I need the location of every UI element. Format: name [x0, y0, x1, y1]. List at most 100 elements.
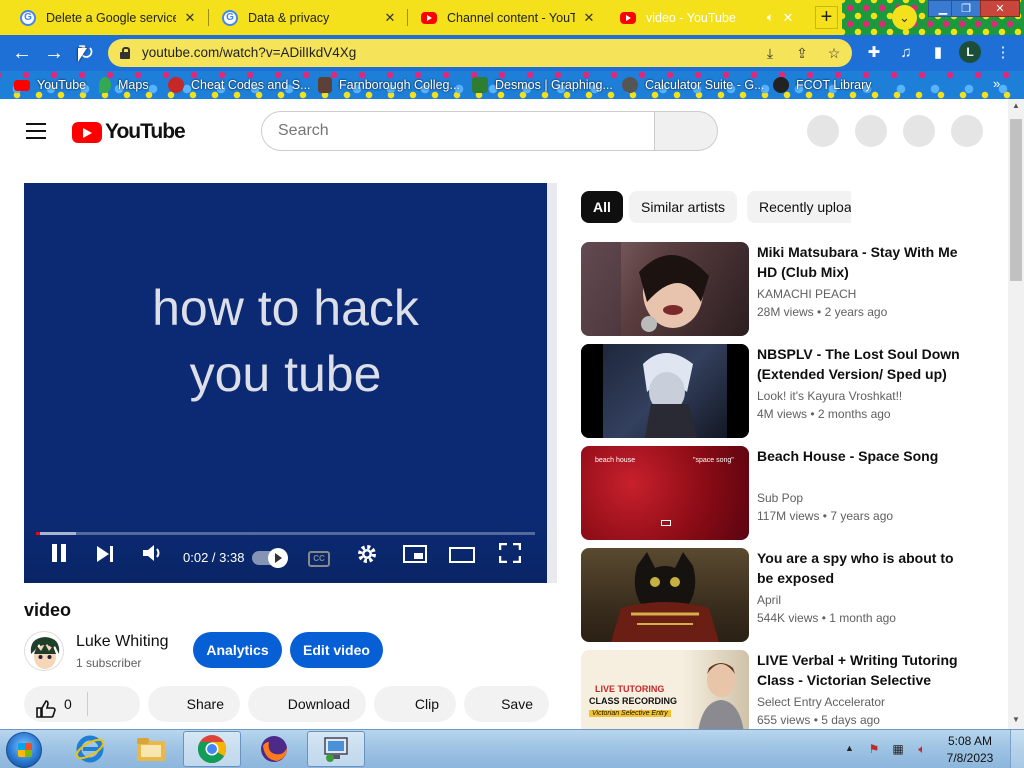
recommended-video[interactable]: beach house "space song" Beach House - S…	[581, 446, 981, 540]
bookmark-fcot-library[interactable]: FCOT Library	[773, 76, 871, 94]
scroll-up-arrow-icon[interactable]: ▲	[1008, 101, 1024, 113]
back-arrow-icon[interactable]: ←	[8, 39, 36, 67]
share-button[interactable]: Share	[148, 686, 240, 722]
close-window-button[interactable]: ✕	[980, 0, 1020, 17]
video-channel[interactable]: Look! it's Kayura Vroshkat!!	[757, 389, 902, 403]
video-thumbnail[interactable]: beach house "space song"	[581, 446, 749, 540]
close-tab-icon[interactable]: ✕	[182, 10, 198, 26]
tray-flag-icon[interactable]: ⚑	[866, 742, 882, 756]
chevron-down-icon[interactable]: ⌄	[892, 5, 917, 30]
share-icon[interactable]: ⇪	[792, 43, 812, 63]
channel-name[interactable]: Luke Whiting	[76, 633, 169, 651]
fullscreen-icon[interactable]	[498, 542, 522, 571]
bookmark-star-icon[interactable]: ☆	[824, 43, 844, 63]
hamburger-menu-icon[interactable]	[26, 123, 46, 139]
edit-video-button[interactable]: Edit video	[290, 632, 383, 668]
search-button[interactable]	[654, 111, 718, 151]
close-tab-icon[interactable]: ✕	[581, 10, 597, 26]
lock-icon[interactable]	[120, 47, 130, 59]
account-avatar[interactable]	[951, 115, 983, 147]
download-button[interactable]: Download	[248, 686, 366, 722]
clip-button[interactable]: Clip	[374, 686, 456, 722]
chip-similar-artists[interactable]: Similar artists	[629, 191, 738, 223]
video-thumbnail[interactable]	[581, 548, 749, 642]
close-tab-icon[interactable]: ✕	[382, 10, 398, 26]
progress-bar[interactable]	[36, 532, 535, 535]
video-channel[interactable]: Select Entry Accelerator	[757, 695, 885, 709]
notifications-icon[interactable]	[903, 115, 935, 147]
youtube-logo[interactable]: YouTube	[72, 120, 186, 144]
bookmark-desmos[interactable]: Desmos | Graphing...	[472, 76, 613, 94]
like-button[interactable]: 0	[24, 686, 140, 722]
media-controls-icon[interactable]: ♫	[896, 43, 916, 63]
video-title[interactable]: You are a spy who is about to be exposed	[757, 548, 967, 588]
tab-delete-google-service[interactable]: G Delete a Google service ✕	[6, 0, 208, 35]
video-channel[interactable]: April	[757, 593, 781, 607]
profile-avatar[interactable]: L	[959, 41, 981, 63]
recommended-video[interactable]: LIVE TUTORING CLASS RECORDING Victorian …	[581, 650, 981, 729]
video-thumbnail[interactable]: LIVE TUTORING CLASS RECORDING Victorian …	[581, 650, 749, 729]
video-title[interactable]: LIVE Verbal + Writing Tutoring Class - V…	[757, 650, 967, 690]
apps-icon[interactable]	[855, 115, 887, 147]
video-thumbnail[interactable]	[581, 344, 749, 438]
subtitles-icon[interactable]: CC	[308, 551, 330, 567]
search-input[interactable]	[261, 111, 655, 151]
bookmark-farnborough-college[interactable]: Farnborough Colleg...	[318, 76, 460, 94]
url-text[interactable]: youtube.com/watch?v=ADilIkdV4Xg	[142, 45, 356, 60]
side-panel-icon[interactable]: ▮	[928, 43, 948, 63]
theater-mode-icon[interactable]	[449, 543, 475, 571]
internet-explorer-icon[interactable]	[61, 731, 119, 767]
tab-data-privacy[interactable]: G Data & privacy ✕	[208, 0, 408, 35]
video-channel[interactable]: Sub Pop	[757, 491, 803, 505]
tray-volume-icon[interactable]: 🔈︎	[914, 742, 930, 756]
create-icon[interactable]	[807, 115, 839, 147]
pause-icon[interactable]	[48, 543, 70, 571]
remote-desktop-icon[interactable]	[307, 731, 365, 767]
tab-channel-content[interactable]: Channel content - YouTube Studio ✕	[407, 0, 607, 35]
bookmark-cheat-codes[interactable]: Cheat Codes and S...	[168, 76, 311, 94]
video-channel[interactable]: KAMACHI PEACH	[757, 287, 856, 301]
kebab-menu-icon[interactable]: ⋮	[993, 43, 1013, 63]
bookmark-calculator-suite[interactable]: Calculator Suite - G...	[622, 76, 765, 94]
close-tab-icon[interactable]: ✕	[780, 10, 796, 26]
tray-overflow-icon[interactable]: ▲	[845, 743, 854, 753]
analytics-button[interactable]: Analytics	[193, 632, 282, 668]
video-title[interactable]: Miki Matsubara - Stay With Me HD (Club M…	[757, 242, 967, 282]
video-thumbnail[interactable]	[581, 242, 749, 336]
settings-gear-icon[interactable]	[355, 543, 379, 571]
video-title[interactable]: NBSPLV - The Lost Soul Down (Extended Ve…	[757, 344, 967, 384]
bookmark-maps[interactable]: Maps	[99, 76, 149, 94]
save-button[interactable]: Save	[464, 686, 549, 722]
speaker-icon[interactable]: 🔈︎	[767, 10, 774, 25]
firefox-icon[interactable]	[245, 731, 303, 767]
recommended-video[interactable]: Miki Matsubara - Stay With Me HD (Club M…	[581, 242, 981, 336]
recommended-video[interactable]: You are a spy who is about to be exposed…	[581, 548, 981, 642]
bookmark-youtube[interactable]: YouTube	[14, 76, 86, 94]
volume-icon[interactable]	[141, 543, 165, 571]
chip-all[interactable]: All	[581, 191, 623, 223]
file-explorer-icon[interactable]	[122, 731, 180, 767]
start-button[interactable]	[6, 732, 42, 768]
miniplayer-icon[interactable]	[402, 543, 428, 571]
new-tab-button[interactable]: +	[815, 6, 838, 29]
tray-network-icon[interactable]: ▦	[890, 742, 906, 756]
next-icon[interactable]	[94, 543, 116, 571]
restore-button[interactable]: ❐	[951, 0, 981, 17]
autoplay-toggle[interactable]	[252, 548, 288, 568]
clock-time[interactable]: 5:08 AM	[945, 734, 995, 748]
bookmarks-overflow-icon[interactable]: »	[993, 76, 1000, 91]
tab-video-youtube[interactable]: video - YouTube 🔈︎ ✕	[606, 0, 806, 35]
scrollbar-thumb[interactable]	[1010, 119, 1022, 281]
extensions-icon[interactable]: ✚	[864, 43, 884, 63]
scroll-down-arrow-icon[interactable]: ▼	[1008, 715, 1024, 727]
install-icon[interactable]: ⤓	[760, 43, 780, 63]
channel-avatar[interactable]	[24, 631, 64, 671]
clock-date[interactable]: 7/8/2023	[945, 751, 995, 765]
recommended-video[interactable]: NBSPLV - The Lost Soul Down (Extended Ve…	[581, 344, 981, 438]
show-desktop-button[interactable]	[1010, 730, 1024, 768]
page-scrollbar[interactable]: ▲ ▼	[1008, 99, 1024, 729]
video-player[interactable]: how to hack you tube 0:02 / 3:38 CC	[24, 183, 557, 583]
address-bar[interactable]: youtube.com/watch?v=ADilIkdV4Xg ⤓ ⇪ ☆	[108, 39, 852, 67]
chrome-icon[interactable]	[183, 731, 241, 767]
forward-arrow-icon[interactable]: →	[40, 39, 68, 67]
